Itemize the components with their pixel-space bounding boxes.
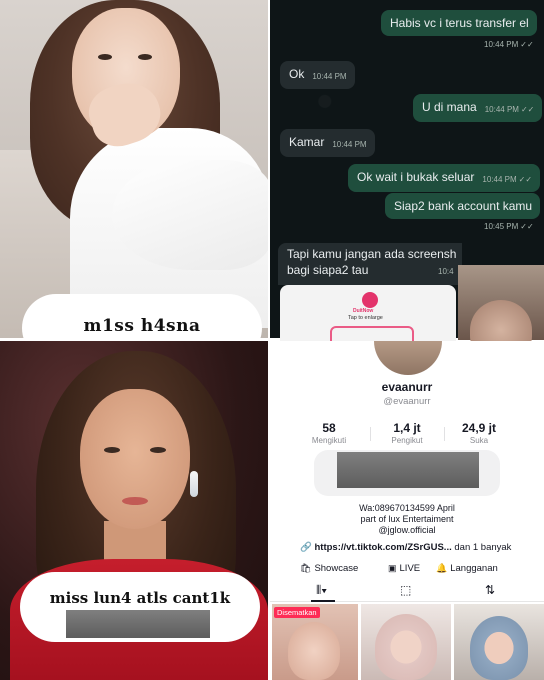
chat-message-out: Ok wait i bukak seluar 10:44 PM ✓✓: [348, 164, 541, 192]
link-icon: 🔗: [300, 542, 312, 553]
video-thumbnail[interactable]: Disematkan: [272, 604, 358, 680]
chat-message-in: Kamar 10:44 PM: [280, 129, 375, 157]
shop-icon: 🛍: [300, 563, 312, 573]
stat-label: Mengikuti: [311, 436, 347, 445]
subscribe-label: Langganan: [450, 563, 498, 574]
profile-display-name: evaanurr: [381, 380, 433, 394]
video-thumbnail[interactable]: [361, 604, 451, 680]
photo-lips: [122, 497, 148, 505]
photo-earring: [190, 471, 198, 497]
stat-label: Pengikut: [391, 436, 423, 445]
message-time: 10:4: [438, 267, 454, 276]
chat-message-out: U di mana 10:44 PM ✓✓: [413, 94, 543, 122]
caption-pill: m1ss h4sna: [22, 294, 262, 338]
message-text-line: bagi siapa2 tau: [287, 263, 369, 277]
profile-link-more: dan 1 banyak: [451, 542, 512, 553]
message-text-line: Tapi kamu jangan ada screensh: [287, 247, 457, 261]
message-time: 10:44 PM: [332, 140, 367, 149]
grid-icon[interactable]: ⦀▾: [316, 583, 327, 598]
subscribe-button[interactable]: 🔔 Langganan: [436, 563, 498, 574]
photo-eye-left: [98, 54, 112, 60]
caption-text: m1ss h4sna: [83, 316, 201, 336]
pinned-badge: Disematkan: [274, 607, 320, 618]
message-text: U di mana: [422, 100, 477, 114]
live-label: LIVE: [399, 563, 421, 574]
message-time: 10:44 PM: [484, 40, 519, 49]
redaction-box: [337, 452, 479, 488]
message-meta: 10:45 PM ✓✓: [484, 215, 534, 233]
bag-icon[interactable]: ⬚: [400, 583, 411, 597]
message-time: 10:44 PM: [312, 72, 347, 81]
stat-value: 24,9 jt: [461, 421, 497, 435]
message-meta: 10:44 PM ✓✓: [484, 33, 534, 51]
thumbnail-face: [288, 622, 340, 680]
bell-icon: 🔔: [436, 563, 448, 573]
chat-message-in: Ok 10:44 PM: [280, 61, 355, 89]
message-text: Habis vc i terus transfer el: [390, 16, 529, 30]
bio-line: Wa:089670134599 April: [359, 503, 455, 513]
showcase-label: Showcase: [314, 563, 359, 574]
stat-value: 58: [322, 421, 336, 435]
live-icon: ▣: [388, 563, 397, 573]
photo-panel-top-left: m1ss h4sna: [0, 0, 268, 338]
profile-handle: @evaanurr: [383, 396, 431, 407]
caption-text: miss lun4 atls cant1k: [49, 589, 231, 607]
stat-following[interactable]: 58 Mengikuti: [294, 421, 364, 445]
message-time: 10:44 PM: [482, 175, 517, 184]
thumbnail-face: [470, 616, 528, 680]
stat-value: 1,4 jt: [393, 421, 421, 435]
photo-eye-right: [138, 54, 152, 60]
message-time: 10:44 PM: [484, 105, 519, 114]
bio-line: @jglow.official: [378, 525, 436, 535]
message-text: Ok wait i bukak seluar: [357, 170, 475, 184]
active-tab-indicator: [311, 600, 335, 602]
repost-icon[interactable]: ⇅: [485, 583, 495, 597]
attachment-hint: Tap to enlarge: [348, 315, 383, 321]
photo-arm: [112, 160, 268, 270]
thumbnail-face: [375, 614, 437, 680]
photo-eye-right: [150, 447, 166, 453]
profile-link[interactable]: https://vt.tiktok.com/ZSrGUS...: [314, 542, 451, 553]
profile-link-row[interactable]: 🔗 https://vt.tiktok.com/ZSrGUS... dan 1 …: [300, 542, 511, 553]
stat-divider: [370, 427, 371, 441]
stat-label: Suka: [469, 436, 489, 445]
message-text: Kamar: [289, 135, 325, 149]
chat-message-in-long: Tapi kamu jangan ada screensh bagi siapa…: [278, 243, 462, 285]
message-text: Siap2 bank account kamu: [394, 199, 533, 213]
double-check-icon: ✓✓: [518, 175, 533, 184]
collage: m1ss h4sna Habis vc i terus transfer el …: [0, 0, 544, 680]
duitnow-logo-icon: [362, 292, 378, 308]
showcase-button[interactable]: 🛍 Showcase: [300, 563, 358, 574]
photo-face: [80, 389, 190, 529]
bio-line: part of lux Entertaiment: [360, 514, 454, 524]
message-time: 10:45 PM: [484, 222, 519, 231]
photo-eye-left: [104, 447, 120, 453]
double-check-icon: ✓✓: [520, 222, 534, 231]
double-check-icon: ✓✓: [520, 105, 535, 114]
stat-followers[interactable]: 1,4 jt Pengikut: [372, 421, 442, 445]
redaction-box: [66, 610, 210, 638]
stat-likes[interactable]: 24,9 jt Suka: [444, 421, 514, 445]
message-text: Ok: [289, 67, 305, 81]
video-thumbnail[interactable]: [454, 604, 544, 680]
live-button[interactable]: ▣ LIVE: [388, 563, 420, 574]
double-check-icon: ✓✓: [520, 40, 534, 49]
attachment-brand: DuitNow: [353, 308, 374, 314]
